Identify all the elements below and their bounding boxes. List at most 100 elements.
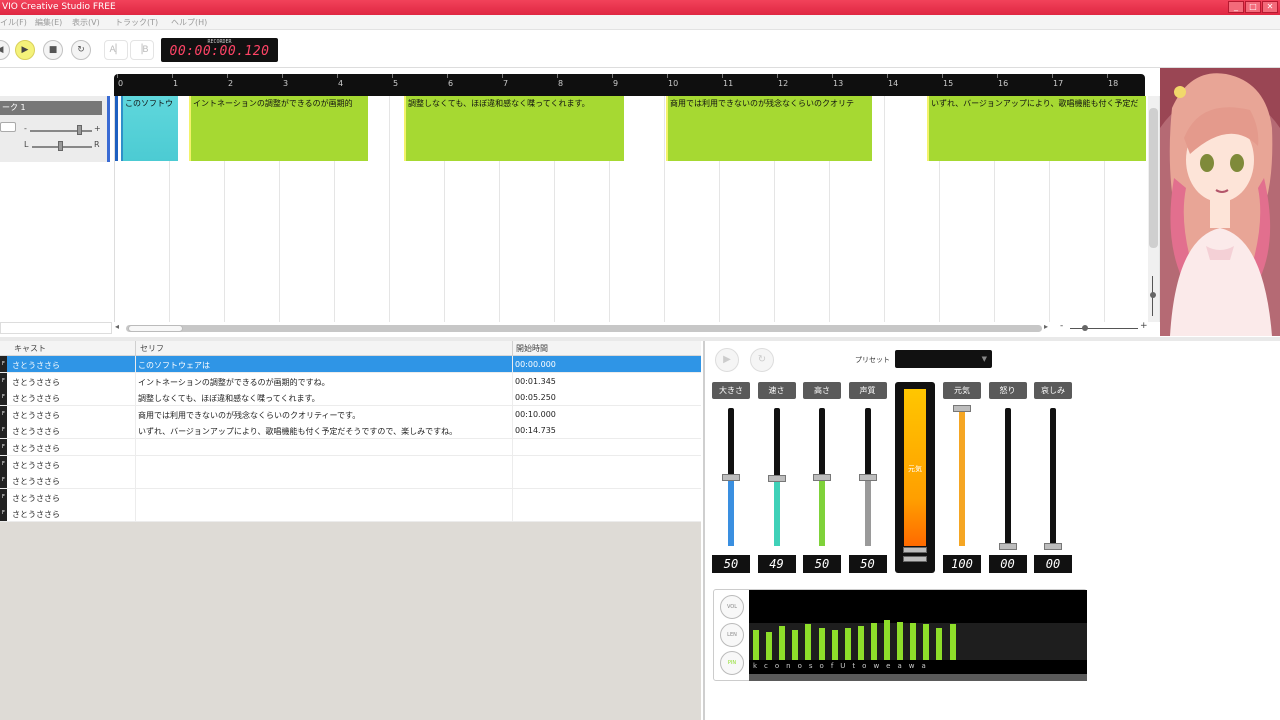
cell-line[interactable]: 調整しなくても、ほぼ違和感なく喋ってくれます。 bbox=[138, 393, 320, 404]
emotion-slider[interactable] bbox=[953, 405, 971, 546]
rewind-button[interactable]: ◀ bbox=[0, 40, 10, 60]
cell-start[interactable]: 00:00.000 bbox=[515, 360, 556, 369]
cell-start[interactable]: 00:14.735 bbox=[515, 426, 556, 435]
slider-knob[interactable] bbox=[767, 475, 786, 482]
cell-cast[interactable]: さとうささら bbox=[12, 460, 60, 471]
slider-knob[interactable] bbox=[1044, 543, 1062, 550]
cell-cast[interactable]: さとうささら bbox=[12, 410, 60, 421]
row-marker[interactable]: F bbox=[0, 405, 7, 422]
row-marker[interactable]: F bbox=[0, 389, 7, 406]
timeline-zoom-control[interactable]: - + bbox=[1060, 321, 1148, 333]
clip-1[interactable]: このソフトウ bbox=[121, 96, 178, 161]
slider-knob[interactable] bbox=[722, 474, 740, 481]
marker-a-button[interactable]: A▏ bbox=[104, 40, 128, 60]
param-slider[interactable] bbox=[813, 408, 831, 546]
emotion-meter-knob-2[interactable] bbox=[903, 556, 927, 562]
table-row[interactable]: F さとうささら いずれ、バージョンアップにより、歌唱機能も付く予定だそうですので、… bbox=[0, 422, 701, 440]
column-separator[interactable] bbox=[135, 341, 136, 356]
waveform-scrollbar[interactable] bbox=[749, 674, 1087, 681]
row-marker[interactable]: F bbox=[0, 422, 7, 439]
cell-line[interactable]: いずれ、バージョンアップにより、歌唱機能も付く予定だそうですので、楽しみですね。 bbox=[138, 426, 457, 437]
table-row[interactable]: F さとうささら bbox=[0, 439, 701, 456]
cell-cast[interactable]: さとうささら bbox=[12, 426, 60, 437]
phoneme-waveform[interactable]: kconosofUtoweawa bbox=[749, 590, 1087, 674]
length-mode-button[interactable]: LEN bbox=[720, 623, 744, 647]
clip-2[interactable]: イントネーションの調整ができるのが画期的 bbox=[189, 96, 368, 161]
cell-cast[interactable]: さとうささら bbox=[12, 360, 60, 371]
emotion-meter-knob[interactable] bbox=[903, 547, 927, 553]
minimize-button[interactable]: _ bbox=[1228, 1, 1244, 13]
pan-slider-knob[interactable] bbox=[58, 141, 63, 151]
menu-view[interactable]: 表示(V) bbox=[72, 17, 100, 28]
playhead[interactable] bbox=[115, 96, 118, 161]
zoom-slider-knob[interactable] bbox=[1082, 325, 1088, 331]
preview-loop-button[interactable]: ↻ bbox=[750, 348, 774, 372]
timeline-vertical-scrollbar[interactable] bbox=[1148, 96, 1159, 322]
param-slider[interactable] bbox=[858, 408, 877, 546]
stop-button[interactable]: ■ bbox=[43, 40, 63, 60]
row-marker[interactable]: F bbox=[0, 455, 7, 472]
emotion-slider[interactable] bbox=[998, 408, 1017, 550]
cell-start[interactable]: 00:05.250 bbox=[515, 393, 556, 402]
row-marker[interactable]: F bbox=[0, 488, 7, 505]
table-row[interactable]: F さとうささら このソフトウェアは 00:00.000 bbox=[0, 356, 701, 373]
slider-knob[interactable] bbox=[998, 543, 1017, 550]
volume-slider-knob[interactable] bbox=[77, 125, 82, 135]
cell-line[interactable]: 商用では利用できないのが残念なくらいのクオリティーです。 bbox=[138, 410, 360, 421]
cell-line[interactable]: このソフトウェアは bbox=[138, 360, 210, 371]
slider-knob[interactable] bbox=[858, 474, 877, 481]
vertical-scroll-thumb[interactable] bbox=[1149, 108, 1158, 248]
clip-4[interactable]: 商用では利用できないのが残念なくらいのクオリテ bbox=[666, 96, 872, 161]
cell-cast[interactable]: さとうささら bbox=[12, 476, 60, 487]
menu-edit[interactable]: 編集(E) bbox=[35, 17, 62, 28]
zoom-minus[interactable]: - bbox=[1060, 321, 1063, 331]
clip-5[interactable]: いずれ、バージョンアップにより、歌唱機能も付く予定だ bbox=[927, 96, 1146, 161]
volume-mode-button[interactable]: VOL bbox=[720, 595, 744, 619]
emotion-slider[interactable] bbox=[1044, 408, 1062, 550]
loop-button[interactable]: ↻ bbox=[71, 40, 91, 60]
marker-b-button[interactable]: ▕B bbox=[130, 40, 154, 60]
mute-button[interactable] bbox=[0, 122, 16, 132]
table-row[interactable]: F さとうささら bbox=[0, 505, 701, 523]
track-lanes[interactable]: このソフトウ イントネーションの調整ができるのが画期的 調整しなくても、ほぼ違和… bbox=[114, 96, 1160, 322]
table-row[interactable]: F さとうささら 調整しなくても、ほぼ違和感なく喋ってくれます。 00:05.250 bbox=[0, 389, 701, 407]
param-slider[interactable] bbox=[722, 408, 740, 546]
slider-knob[interactable] bbox=[953, 405, 971, 412]
cell-cast[interactable]: さとうささら bbox=[12, 509, 60, 520]
cell-cast[interactable]: さとうささら bbox=[12, 443, 60, 454]
cell-cast[interactable]: さとうささら bbox=[12, 393, 60, 404]
row-marker[interactable]: F bbox=[0, 356, 7, 372]
cell-cast[interactable]: さとうささら bbox=[12, 377, 60, 388]
clip-3[interactable]: 調整しなくても、ほぼ違和感なく喋ってくれます。 bbox=[404, 96, 624, 161]
zoom-plus[interactable]: + bbox=[1140, 321, 1148, 331]
vertical-zoom-knob[interactable] bbox=[1150, 292, 1156, 298]
timeline-horizontal-scrollbar[interactable]: ◂ ▸ bbox=[114, 322, 1054, 334]
preview-play-button[interactable]: ▶ bbox=[715, 348, 739, 372]
cell-start[interactable]: 00:10.000 bbox=[515, 410, 556, 419]
menu-track[interactable]: トラック(T) bbox=[115, 17, 158, 28]
table-row[interactable]: F さとうささら イントネーションの調整ができるのが画期的ですね。 00:01.345 bbox=[0, 372, 701, 390]
play-button[interactable]: ▶ bbox=[15, 40, 35, 60]
table-row[interactable]: F さとうささら 商用では利用できないのが残念なくらいのクオリティーです。 00:10… bbox=[0, 405, 701, 423]
column-header-line[interactable]: セリフ bbox=[140, 343, 164, 354]
param-slider[interactable] bbox=[767, 408, 786, 546]
column-header-cast[interactable]: キャスト bbox=[14, 343, 46, 354]
timeline-ruler[interactable]: 0 1 2 3 4 5 6 7 8 9 10 11 12 13 14 15 16 17 18 bbox=[114, 74, 1145, 96]
preset-dropdown[interactable]: ▼ bbox=[895, 350, 992, 368]
row-marker[interactable]: F bbox=[0, 505, 7, 522]
cell-cast[interactable]: さとうささら bbox=[12, 493, 60, 504]
table-row[interactable]: F さとうささら bbox=[0, 472, 701, 490]
horizontal-scroll-thumb[interactable] bbox=[128, 325, 183, 332]
column-header-start[interactable]: 開始時間 bbox=[516, 343, 548, 354]
table-row[interactable]: F さとうささら bbox=[0, 455, 701, 473]
scroll-right-arrow[interactable]: ▸ bbox=[1044, 322, 1048, 331]
menu-help[interactable]: ヘルプ(H) bbox=[171, 17, 207, 28]
menu-file[interactable]: イル(F) bbox=[0, 17, 27, 28]
cell-start[interactable]: 00:01.345 bbox=[515, 377, 556, 386]
cell-line[interactable]: イントネーションの調整ができるのが画期的ですね。 bbox=[138, 377, 330, 388]
row-marker[interactable]: F bbox=[0, 439, 7, 455]
row-marker[interactable]: F bbox=[0, 372, 7, 389]
row-marker[interactable]: F bbox=[0, 472, 7, 489]
track-header[interactable]: ーク 1 - + L R bbox=[0, 96, 110, 162]
table-row[interactable]: F さとうささら bbox=[0, 488, 701, 506]
